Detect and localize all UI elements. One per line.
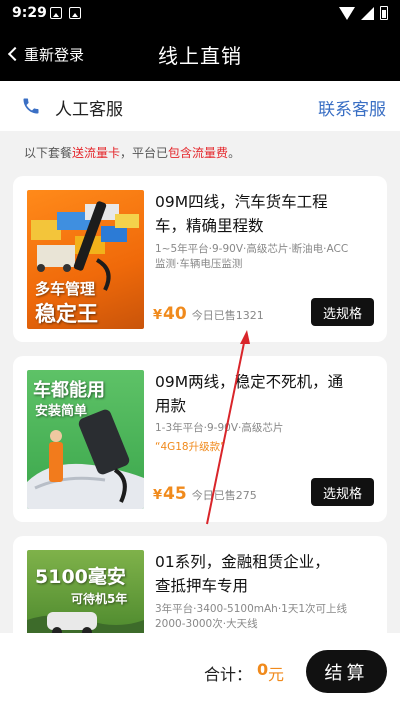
sold-count: 今日已售1321 xyxy=(191,309,264,322)
price-row: ¥ 45 今日已售275 xyxy=(153,484,257,504)
product-title: 09M两线，稳定不死机，通用款 xyxy=(155,373,344,415)
battery-icon xyxy=(380,6,388,20)
notice-suffix: 。 xyxy=(228,146,241,160)
signal-icon xyxy=(361,6,374,20)
nav-bar: 重新登录 线上直销 xyxy=(0,27,400,81)
notice-prefix: 以下套餐 xyxy=(24,146,73,160)
contact-service-link[interactable]: 联系客服 xyxy=(318,95,386,120)
notice-highlight-fee: 包含流量费 xyxy=(168,146,229,160)
phone-icon xyxy=(23,98,39,114)
sold-count: 今日已售275 xyxy=(191,489,257,502)
total-unit: 元 xyxy=(268,665,285,684)
notification-icons xyxy=(50,7,81,19)
product-image: 多车管理 稳定王 xyxy=(27,190,144,329)
checkout-bar: 合计： 0 元 结算 xyxy=(0,633,400,711)
product-card[interactable]: 多车管理 稳定王 09M四线，汽车货车工程车，精确里程数 1~5年平台·9-90… xyxy=(13,176,387,342)
product-specs: 1~5年平台·9-90V·高级芯片·断油电·ACC监测·车辆电压监测 xyxy=(155,243,349,270)
product-specs: 1-3年平台·9-90V·高级芯片 xyxy=(155,422,284,434)
checkout-button[interactable]: 结算 xyxy=(306,650,387,693)
page-title: 线上直销 xyxy=(158,44,242,68)
system-icons xyxy=(339,6,388,20)
thumb-caption-large: 5100毫安 xyxy=(35,566,126,588)
currency-symbol: ¥ xyxy=(153,488,163,503)
thumb-caption: 多车管理 xyxy=(35,280,96,298)
select-spec-button[interactable]: 选规格 xyxy=(311,298,374,326)
package-notice: 以下套餐送流量卡，平台已包含流量费。 xyxy=(24,144,240,161)
status-bar: 9:29 xyxy=(0,0,400,27)
thumb-caption-large: 稳定王 xyxy=(35,302,98,326)
product-tag: “4G18升级款” xyxy=(155,441,226,453)
image-notification-icon xyxy=(50,7,62,19)
price-row: ¥ 40 今日已售1321 xyxy=(153,304,264,324)
notice-middle: ，平台已 xyxy=(120,146,169,160)
product-title: 09M四线，汽车货车工程车，精确里程数 xyxy=(155,193,328,235)
total-amount: 0 xyxy=(257,660,269,679)
status-time: 9:29 xyxy=(12,5,47,21)
product-image: 车都能用 安装简单 xyxy=(27,370,144,509)
currency-symbol: ¥ xyxy=(153,308,163,323)
app-notification-icon xyxy=(69,7,81,19)
customer-service-bar: 人工客服 联系客服 xyxy=(0,81,400,131)
notice-highlight-card: 送流量卡 xyxy=(72,146,121,160)
thumb-caption-large: 车都能用 xyxy=(33,380,105,401)
select-spec-button[interactable]: 选规格 xyxy=(311,478,374,506)
product-specs: 3年平台·3400-5100mAh·1天1次可上线2000-3000次·大天线 xyxy=(155,603,348,630)
total-label: 合计： xyxy=(204,665,253,684)
thumb-caption: 安装简单 xyxy=(35,404,88,419)
product-card[interactable]: 车都能用 安装简单 09M两线，稳定不死机，通用款 1-3年平台·9-90V·高… xyxy=(13,356,387,522)
product-title: 01系列，金融租赁企业，查抵押车专用 xyxy=(155,553,330,595)
product-price: 40 xyxy=(163,304,187,324)
product-price: 45 xyxy=(163,484,187,504)
wifi-icon xyxy=(339,6,355,20)
service-label: 人工客服 xyxy=(55,100,123,120)
thumb-caption: 可待机5年 xyxy=(71,592,128,606)
